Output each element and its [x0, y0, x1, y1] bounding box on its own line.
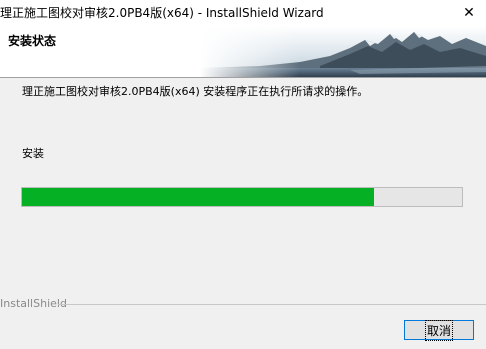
banner-title: 安装状态 — [8, 34, 57, 48]
cancel-button-label: 取消 — [424, 319, 454, 341]
close-button[interactable]: ✕ — [452, 0, 486, 26]
banner-divider — [0, 77, 486, 78]
window-title: 理正施工图校对审核2.0PB4版(x64) - InstallShield Wi… — [0, 6, 324, 20]
mountain-landscape-image — [200, 26, 486, 77]
stage-label: 安装 — [22, 147, 44, 160]
progress-bar-fill — [22, 188, 374, 206]
title-bar: 理正施工图校对审核2.0PB4版(x64) - InstallShield Wi… — [0, 0, 486, 26]
progress-bar — [21, 187, 463, 207]
status-message: 理正施工图校对审核2.0PB4版(x64) 安装程序正在执行所请求的操作。 — [22, 85, 369, 98]
close-icon: ✕ — [463, 5, 475, 21]
installshield-brand: InstallShield — [0, 297, 67, 310]
footer-divider — [58, 304, 486, 305]
cancel-button[interactable]: 取消 — [404, 319, 474, 341]
header-banner: 安装状态 — [0, 26, 486, 77]
